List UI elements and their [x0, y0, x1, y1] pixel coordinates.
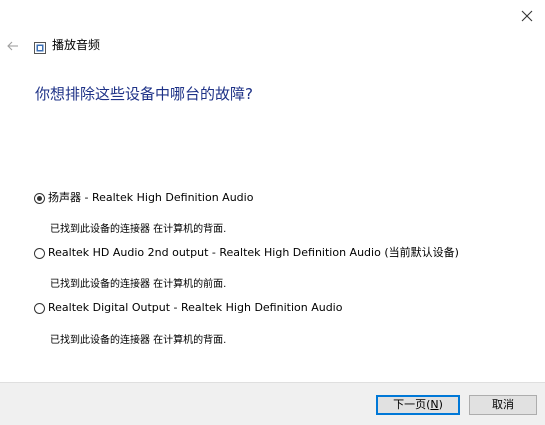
page-question: 你想排除这些设备中哪台的故障? — [35, 85, 253, 103]
close-button[interactable] — [517, 6, 537, 26]
device-option-hd-audio-2nd-output[interactable]: Realtek HD Audio 2nd output - Realtek Hi… — [34, 244, 459, 262]
device-description: 已找到此设备的连接器 在计算机的背面. — [50, 335, 227, 346]
device-label: Realtek HD Audio 2nd output - Realtek Hi… — [48, 246, 459, 259]
radio-button[interactable] — [34, 302, 45, 314]
close-icon — [521, 10, 533, 22]
back-arrow-icon — [7, 41, 18, 51]
device-option-digital-output[interactable]: Realtek Digital Output - Realtek High De… — [34, 299, 342, 317]
radio-button[interactable] — [34, 247, 45, 259]
device-option-speakers[interactable]: 扬声器 - Realtek High Definition Audio — [34, 189, 253, 207]
footer-bar: 下一页(N) 取消 — [0, 382, 545, 425]
radio-button-selected[interactable] — [34, 192, 45, 204]
back-button[interactable] — [6, 38, 20, 52]
device-label: Realtek Digital Output - Realtek High De… — [48, 301, 343, 314]
device-description: 已找到此设备的连接器 在计算机的背面. — [50, 224, 227, 235]
troubleshooter-app-icon — [34, 39, 46, 54]
troubleshooter-window: 播放音频 你想排除这些设备中哪台的故障? 扬声器 - Realtek High … — [0, 0, 545, 425]
device-description: 已找到此设备的连接器 在计算机的前面. — [50, 279, 227, 290]
next-button[interactable]: 下一页(N) — [376, 395, 460, 415]
device-label: 扬声器 - Realtek High Definition Audio — [48, 191, 254, 204]
window-title: 播放音频 — [52, 38, 101, 52]
cancel-button[interactable]: 取消 — [469, 395, 537, 415]
